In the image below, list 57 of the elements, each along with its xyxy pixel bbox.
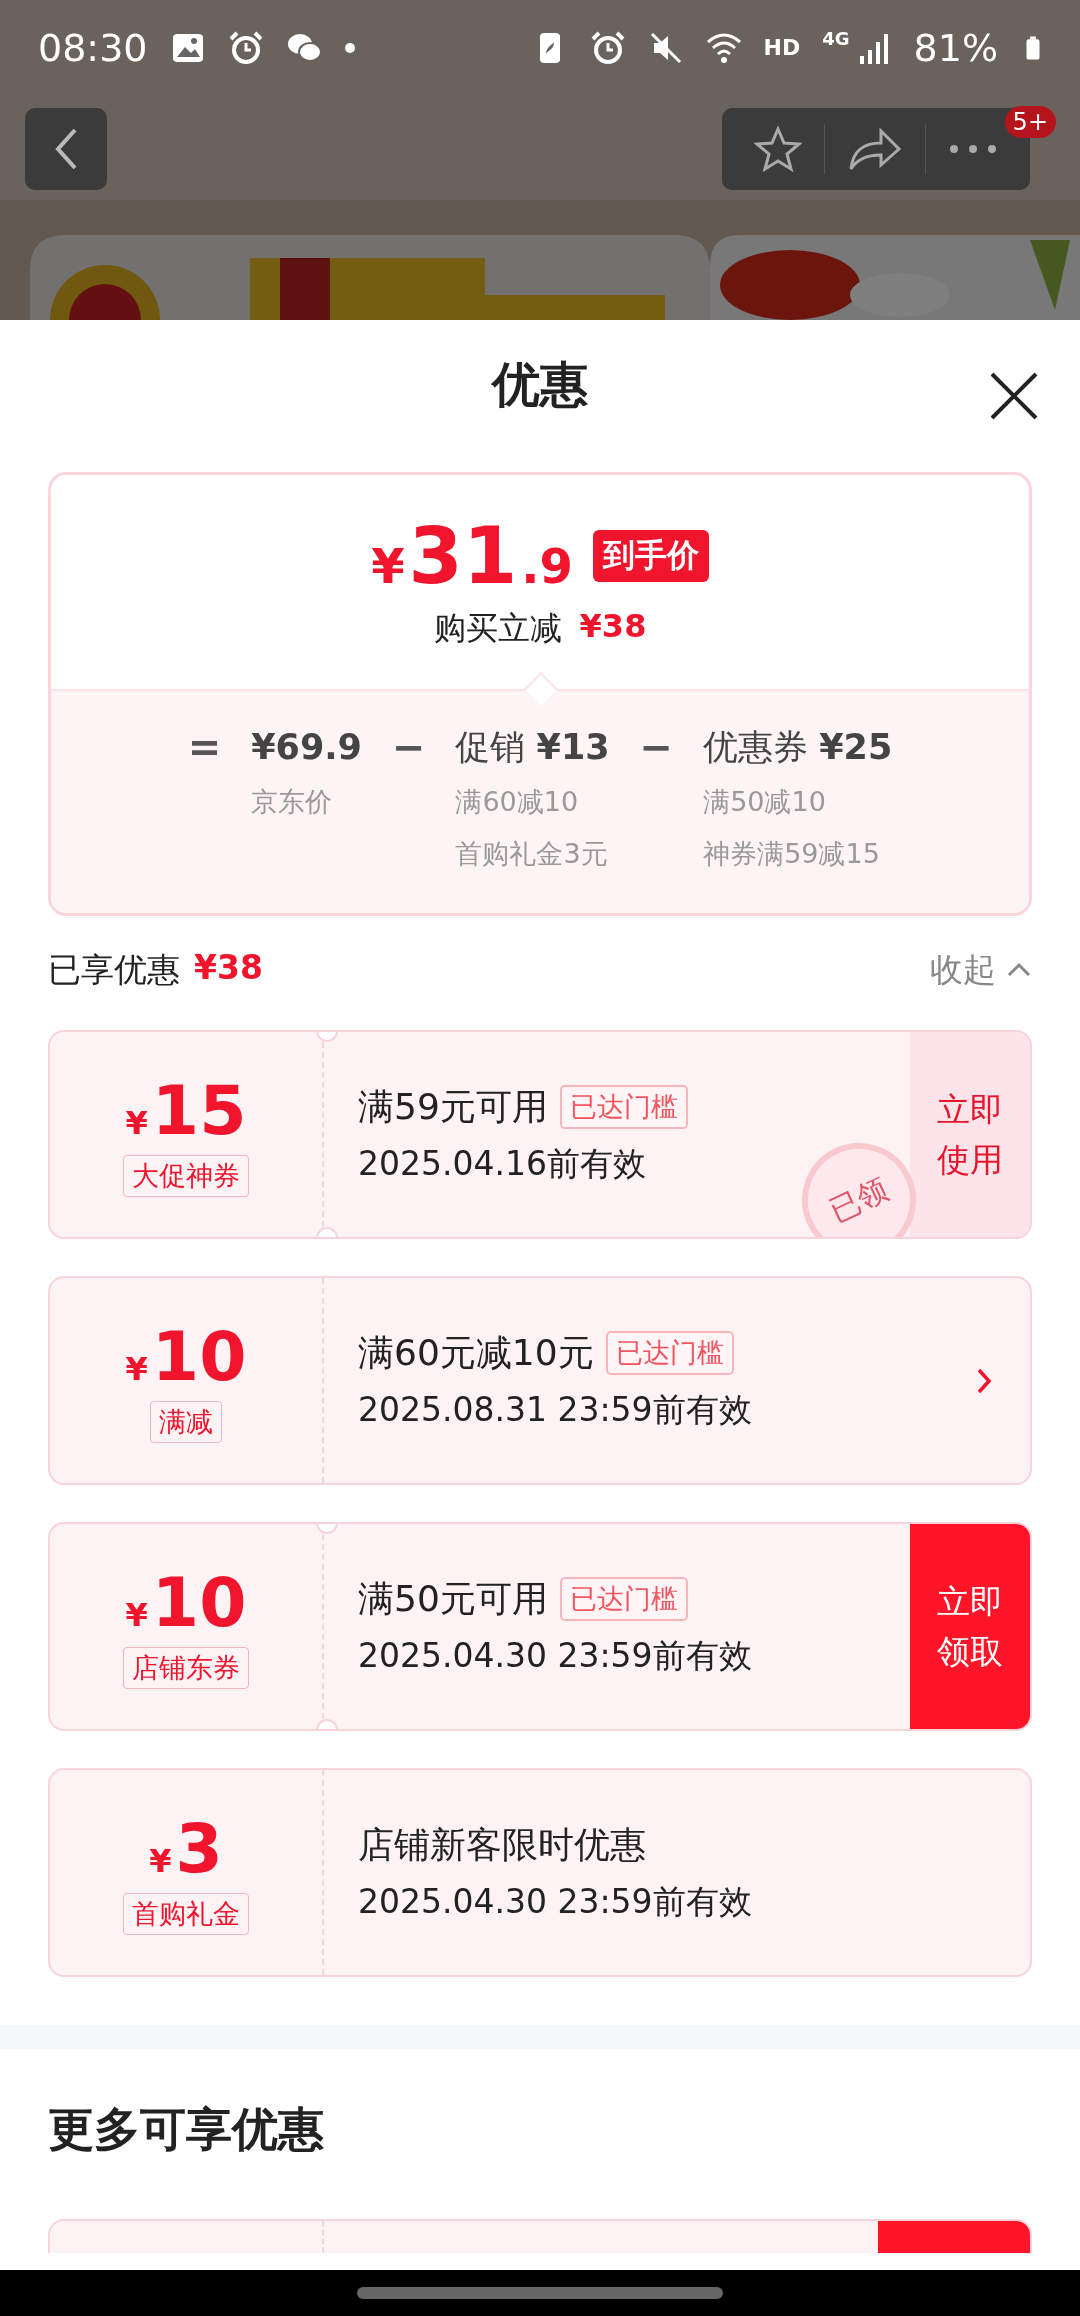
- coupon-condition: 满60元减10元: [358, 1330, 594, 1375]
- validity-text: 2025.04.16前有效: [358, 1142, 647, 1185]
- validity-text: 2025.08.31 23:59前有效: [358, 1388, 753, 1431]
- breakdown-note: 满60减10: [455, 785, 580, 819]
- chevron-up-icon: [1006, 962, 1032, 978]
- section-title: 更多可享优惠: [47, 2101, 325, 2158]
- alarm-icon: [589, 29, 626, 66]
- final-price: 31: [408, 511, 518, 601]
- clock-time: 08:30: [38, 25, 148, 70]
- threshold-tag: 已达门槛: [559, 1085, 688, 1129]
- coupon-type-tag: 首购礼金: [123, 1892, 249, 1935]
- final-price-tag: 到手价: [592, 530, 709, 582]
- sheet-title: 优惠: [492, 355, 588, 414]
- claim-button[interactable]: 立即领取: [910, 1524, 1030, 1729]
- breakdown-amount: 优惠券 ¥25: [703, 726, 893, 769]
- currency-sign: ¥: [125, 1349, 148, 1388]
- enjoyed-label: 已享优惠: [48, 948, 180, 991]
- battery-level: 81%: [913, 25, 998, 70]
- threshold-tag: 已达门槛: [559, 1577, 688, 1621]
- saving-label: 购买立减: [433, 608, 562, 649]
- currency-sign: ¥: [149, 1841, 172, 1880]
- coupon-condition: 满59元可用: [358, 1084, 548, 1129]
- coupon-condition: 店铺新客限时优惠: [358, 1822, 646, 1867]
- network-label: 4G: [822, 28, 850, 49]
- validity-text: 2025.04.30 23:59前有效: [358, 1880, 753, 1923]
- currency-sign: ¥: [371, 538, 405, 594]
- use-button[interactable]: 立即使用: [910, 1032, 1030, 1237]
- operator-sign: −: [639, 725, 674, 769]
- coupon-amount: 15: [151, 1072, 247, 1149]
- coupon-amount: 10: [151, 1318, 247, 1395]
- currency-sign: ¥: [125, 1595, 148, 1634]
- hd-label: HD: [763, 35, 801, 60]
- enjoyed-amount: ¥38: [194, 947, 263, 989]
- breakdown-amount: ¥69.9: [251, 726, 362, 769]
- threshold-tag: 已达门槛: [605, 1331, 734, 1375]
- price-decimal: .9: [521, 538, 573, 594]
- currency-sign: ¥: [125, 1103, 148, 1142]
- operator-sign: =: [187, 725, 222, 769]
- breakdown-note: 首购礼金3元: [455, 837, 609, 871]
- breakdown-note: 神券满59减15: [703, 837, 881, 871]
- coupon-condition: 满50元可用: [358, 1576, 548, 1621]
- back-button[interactable]: [25, 108, 107, 190]
- dot-icon: [343, 41, 356, 54]
- coupon-type-tag: 大促神券: [123, 1154, 249, 1197]
- notification-badge: 5+: [1004, 106, 1056, 138]
- breakdown-note: 满50减10: [703, 785, 827, 819]
- validity-text: 2025.04.30 23:59前有效: [358, 1634, 753, 1677]
- operator-sign: −: [391, 725, 426, 769]
- breakdown-amount: 促销 ¥13: [455, 726, 610, 769]
- alarm-icon: [227, 29, 264, 66]
- coupon-type-tag: 满减: [150, 1400, 222, 1443]
- coupon-amount: 3: [175, 1810, 223, 1887]
- collapse-button[interactable]: 收起: [930, 947, 1032, 993]
- saving-amount: ¥38: [579, 607, 647, 647]
- coupon-type-tag: 店铺东券: [123, 1646, 249, 1689]
- breakdown-note: 京东价: [251, 785, 334, 819]
- coupon-amount: 10: [151, 1564, 247, 1641]
